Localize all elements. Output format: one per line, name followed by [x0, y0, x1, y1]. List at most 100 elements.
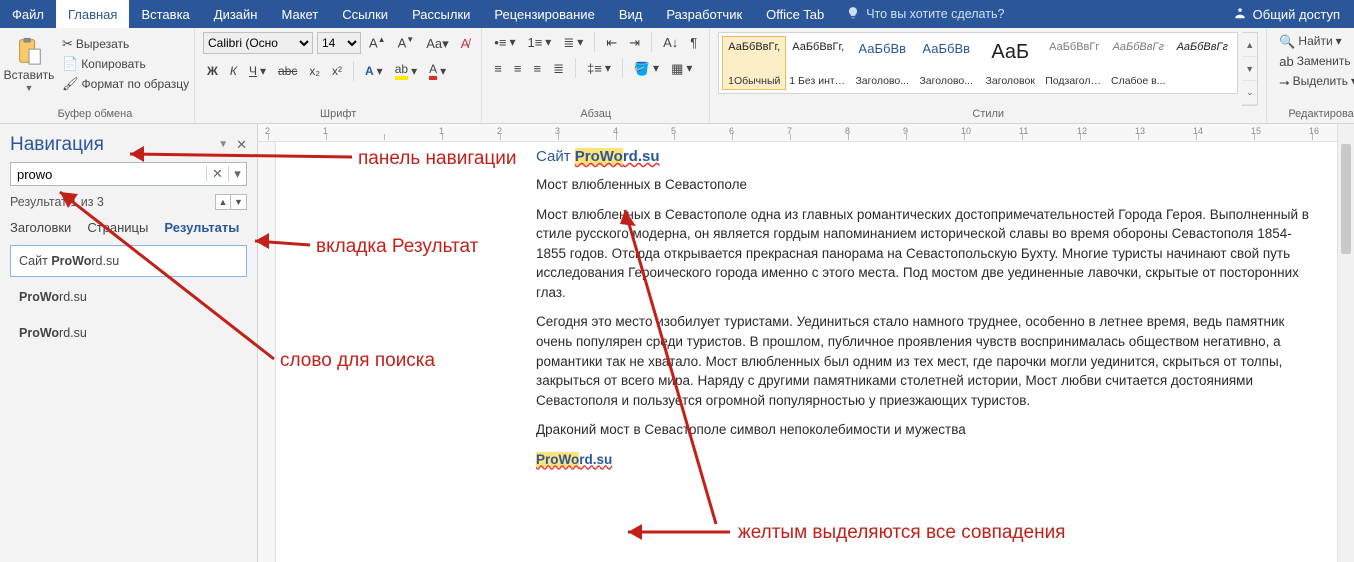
italic-icon: К	[230, 64, 237, 78]
vertical-ruler[interactable]	[258, 142, 276, 562]
style-item[interactable]: АаБбВвГг	[1170, 36, 1234, 90]
find-button[interactable]: 🔍Найти▾	[1275, 32, 1354, 50]
nav-tab-results[interactable]: Результаты	[164, 220, 239, 235]
horizontal-ruler[interactable]: 2112345678910111213141516	[258, 124, 1354, 142]
tab-file[interactable]: Файл	[0, 0, 56, 28]
font-color-button[interactable]: A▾	[425, 60, 450, 82]
indent-button[interactable]: ⇥	[625, 34, 644, 51]
style-item[interactable]: АаБбВвГг,1Обычный	[722, 36, 786, 90]
multilevel-button[interactable]: ≣▾	[559, 33, 587, 51]
bold-button[interactable]: Ж	[203, 62, 222, 80]
result-item[interactable]: ProWord.su	[10, 281, 247, 313]
superscript-icon: x²	[332, 64, 342, 78]
tab-insert[interactable]: Вставка	[129, 0, 201, 28]
style-item[interactable]: АаБЗаголовок	[978, 36, 1042, 90]
tell-me-label: Что вы хотите сделать?	[866, 7, 1004, 21]
close-icon[interactable]: ✕	[236, 137, 247, 153]
grow-font-button[interactable]: A▲	[365, 34, 390, 51]
shrink-font-button[interactable]: A▼	[394, 34, 419, 51]
cursor-icon: ⭢	[1279, 75, 1289, 88]
nav-tab-pages[interactable]: Страницы	[87, 220, 148, 235]
align-right-button[interactable]: ≡	[529, 60, 545, 77]
outdent-button[interactable]: ⇤	[602, 34, 621, 51]
paste-button[interactable]: Вставить ▼	[4, 32, 54, 95]
font-name-select[interactable]: Calibri (Осно	[203, 32, 313, 54]
tab-review[interactable]: Рецензирование	[482, 0, 606, 28]
sort-button[interactable]: A↓	[659, 34, 682, 51]
italic-button[interactable]: К	[226, 62, 241, 80]
styles-group-label: Стили	[718, 106, 1258, 123]
nav-tab-headings[interactable]: Заголовки	[10, 220, 71, 235]
replace-button[interactable]: abЗаменить	[1275, 52, 1354, 70]
title-tabs: Файл Главная Вставка Дизайн Макет Ссылки…	[0, 0, 1354, 28]
clear-search-icon[interactable]: ✕	[206, 166, 228, 182]
highlight-button[interactable]: ab▾	[391, 60, 421, 82]
text-effects-button[interactable]: A▾	[361, 62, 387, 80]
styles-gallery[interactable]: АаБбВвГг,1ОбычныйАаБбВвГг,1 Без инте...А…	[718, 32, 1238, 94]
copy-button[interactable]: 📄Копировать	[58, 55, 186, 73]
next-result-button[interactable]: ▼	[231, 194, 247, 210]
highlight-icon: ab	[395, 62, 408, 80]
clear-format-button[interactable]: A̸	[457, 35, 474, 52]
tab-mailings[interactable]: Рассылки	[400, 0, 482, 28]
share-button[interactable]: Общий доступ	[1219, 0, 1354, 28]
chevron-up-icon[interactable]: ▲	[1242, 33, 1257, 57]
line-spacing-button[interactable]: ‡≡▾	[583, 59, 615, 77]
bold-icon: Ж	[207, 64, 218, 78]
page-body[interactable]: Сайт ProWord.su Мост влюбленных в Севаст…	[276, 142, 1354, 562]
underline-icon: Ч	[249, 64, 257, 78]
style-item[interactable]: АаБбВвЗаголово...	[850, 36, 914, 90]
search-options-icon[interactable]: ▾	[228, 166, 246, 182]
result-item[interactable]: Сайт ProWord.su	[10, 245, 247, 277]
chevron-down-icon[interactable]: ▼	[218, 140, 228, 150]
borders-button[interactable]: ▦▾	[667, 59, 696, 77]
align-left-button[interactable]: ≡	[490, 60, 506, 77]
strike-button[interactable]: abc	[274, 62, 301, 80]
style-item[interactable]: АаБбВвГгСлабое в...	[1106, 36, 1170, 90]
cut-label: Вырезать	[76, 37, 129, 51]
subscript-button[interactable]: x₂	[305, 62, 324, 80]
tab-layout[interactable]: Макет	[269, 0, 330, 28]
vertical-scrollbar[interactable]	[1337, 124, 1354, 562]
shading-button[interactable]: 🪣▾	[630, 59, 663, 77]
styles-scroll[interactable]: ▲ ▼ ⌄	[1242, 32, 1258, 106]
tab-design[interactable]: Дизайн	[202, 0, 270, 28]
tab-officetab[interactable]: Office Tab	[754, 0, 836, 28]
case-icon: Aa▾	[426, 37, 448, 50]
tell-me-box[interactable]: Что вы хотите сделать?	[836, 0, 1218, 28]
tab-developer[interactable]: Разработчик	[654, 0, 754, 28]
multilevel-icon: ≣	[563, 36, 574, 49]
justify-button[interactable]: ≣	[549, 60, 568, 77]
copy-label: Копировать	[81, 57, 146, 71]
result-count: Результат 1 из 3	[10, 195, 104, 209]
chevron-down-icon[interactable]: ▼	[1242, 57, 1257, 81]
align-center-icon: ≡	[514, 62, 522, 75]
tab-home[interactable]: Главная	[56, 0, 129, 28]
style-item[interactable]: АаБбВвЗаголово...	[914, 36, 978, 90]
underline-button[interactable]: Ч▾	[245, 62, 270, 80]
sort-icon: A↓	[663, 36, 678, 49]
group-styles: АаБбВвГг,1ОбычныйАаБбВвГг,1 Без инте...А…	[710, 28, 1267, 123]
superscript-button[interactable]: x²	[328, 62, 346, 80]
chevron-expand-icon[interactable]: ⌄	[1242, 81, 1257, 105]
tab-references[interactable]: Ссылки	[330, 0, 400, 28]
style-item[interactable]: АаБбВвГгПодзаголо...	[1042, 36, 1106, 90]
subscript-icon: x₂	[309, 64, 320, 78]
font-size-select[interactable]: 14	[317, 32, 361, 54]
cut-button[interactable]: ✂Вырезать	[58, 35, 186, 53]
doc-heading: Сайт ProWord.su	[536, 148, 1314, 165]
pilcrow-button[interactable]: ¶	[686, 34, 701, 51]
format-painter-button[interactable]: 🖌Формат по образцу	[58, 75, 186, 93]
copy-icon: 📄	[62, 57, 78, 70]
result-item[interactable]: ProWord.su	[10, 317, 247, 349]
change-case-button[interactable]: Aa▾	[422, 35, 452, 52]
select-button[interactable]: ⭢Выделить▾	[1275, 72, 1354, 90]
style-item[interactable]: АаБбВвГг,1 Без инте...	[786, 36, 850, 90]
bullets-button[interactable]: •≡▾	[490, 33, 519, 51]
indent-icon: ⇥	[629, 36, 640, 49]
align-center-button[interactable]: ≡	[510, 60, 526, 77]
tab-view[interactable]: Вид	[607, 0, 655, 28]
prev-result-button[interactable]: ▲	[215, 194, 231, 210]
search-input[interactable]	[11, 167, 206, 182]
numbering-button[interactable]: 1≡▾	[523, 33, 555, 51]
